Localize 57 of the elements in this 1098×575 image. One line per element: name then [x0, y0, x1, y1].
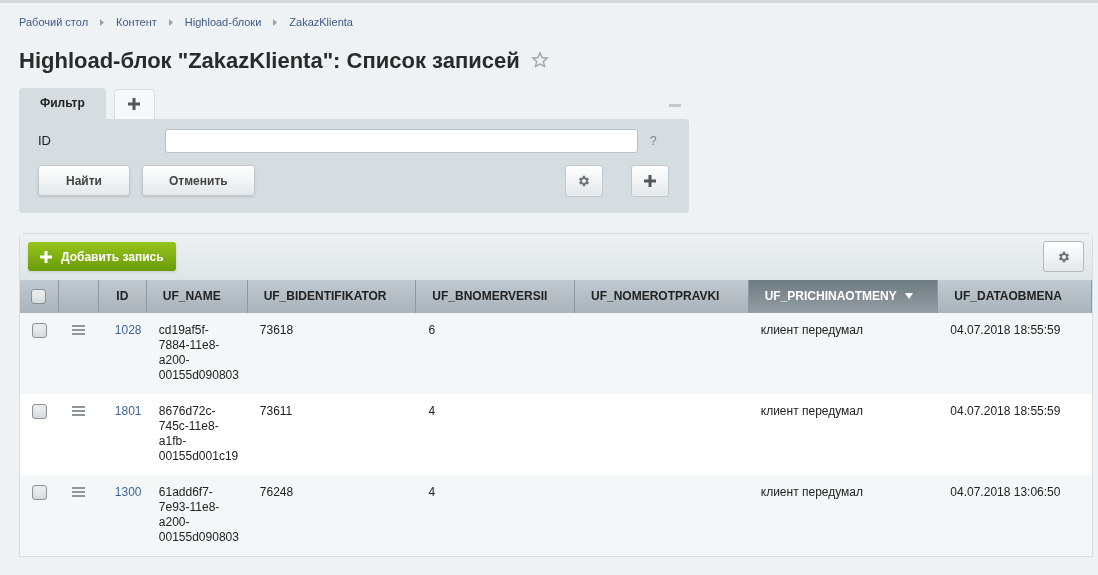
checkbox[interactable]	[31, 288, 47, 304]
table-cell: 04.07.2018 18:55:59	[950, 322, 1061, 337]
sort-caret-icon	[904, 293, 913, 299]
settings-icon	[577, 173, 591, 188]
table-cell: 04.07.2018 13:06:50	[950, 484, 1061, 499]
chevron-icon	[273, 18, 278, 26]
table-cell: 6	[428, 322, 436, 337]
collapse-icon[interactable]	[669, 103, 681, 107]
table-cell: 4	[428, 484, 436, 499]
column-header[interactable]: ID	[98, 279, 147, 313]
field-label: ID	[38, 131, 52, 150]
breadcrumb-link[interactable]: Рабочий стол	[19, 14, 89, 31]
column-header[interactable]: UF_BNOMERVERSII	[416, 279, 575, 313]
menu-icon[interactable]	[72, 405, 86, 416]
column-header[interactable]: UF_BIDENTIFIKATOR	[247, 279, 417, 313]
column-header[interactable]: UF_NOMEROTPRAVKI	[575, 279, 749, 313]
menu-icon[interactable]	[72, 486, 86, 497]
plus-icon	[128, 98, 141, 110]
breadcrumb-link[interactable]: Highload-блоки	[184, 14, 262, 31]
table-cell: клиент передумал	[760, 403, 864, 418]
settings-button[interactable]	[565, 164, 603, 197]
record-id-link[interactable]: 1300	[114, 484, 142, 499]
filter-tab[interactable]: Фильтр	[19, 87, 106, 119]
record-id-link[interactable]: 1028	[114, 322, 142, 337]
table-cell: клиент передумал	[760, 322, 864, 337]
page-title: Highload-блок "ZakazKlienta": Список записей	[19, 46, 520, 75]
checkbox[interactable]	[31, 322, 47, 338]
table-cell: 4	[428, 403, 436, 418]
star-icon[interactable]	[530, 51, 549, 69]
checkbox[interactable]	[31, 403, 47, 419]
column-header[interactable]: UF_DATAOBMENA	[938, 279, 1092, 313]
column-header[interactable]: UF_NAME	[146, 279, 248, 313]
table-cell: 76248	[259, 484, 294, 499]
table-cell: 73618	[259, 322, 294, 337]
table-cell: клиент передумал	[760, 484, 864, 499]
plus-icon	[644, 174, 656, 187]
checkbox[interactable]	[31, 484, 47, 500]
filter-button[interactable]: Отменить	[142, 165, 255, 196]
menu-icon[interactable]	[72, 324, 86, 335]
breadcrumb-link[interactable]: Контент	[116, 14, 157, 31]
settings-icon	[1056, 249, 1071, 264]
column-header[interactable]: UF_PRICHINAOTMENY	[748, 279, 939, 313]
table-cell: 8676d72c- 745c-11e8- a1fb- 00155d001c19	[158, 403, 239, 463]
settings-button[interactable]	[1043, 241, 1084, 272]
plus-icon	[40, 250, 52, 263]
add-filter-tab[interactable]	[113, 88, 155, 119]
table-cell: 04.07.2018 18:55:59	[950, 403, 1061, 418]
filter-button[interactable]: Найти	[38, 165, 130, 196]
add-field-button[interactable]	[631, 164, 669, 197]
chevron-icon	[100, 18, 105, 26]
table-cell: cd19af5f- 7884-11e8- a200- 00155d090803	[158, 322, 239, 382]
table-cell: 61add6f7- 7e93-11e8- a200- 00155d090803	[158, 484, 239, 544]
chevron-icon	[168, 18, 173, 26]
record-id-link[interactable]: 1801	[114, 403, 142, 418]
breadcrumb-link[interactable]: ZakazKlienta	[289, 14, 353, 31]
id-input-field[interactable]	[165, 128, 638, 153]
table-cell: 73611	[259, 403, 293, 418]
